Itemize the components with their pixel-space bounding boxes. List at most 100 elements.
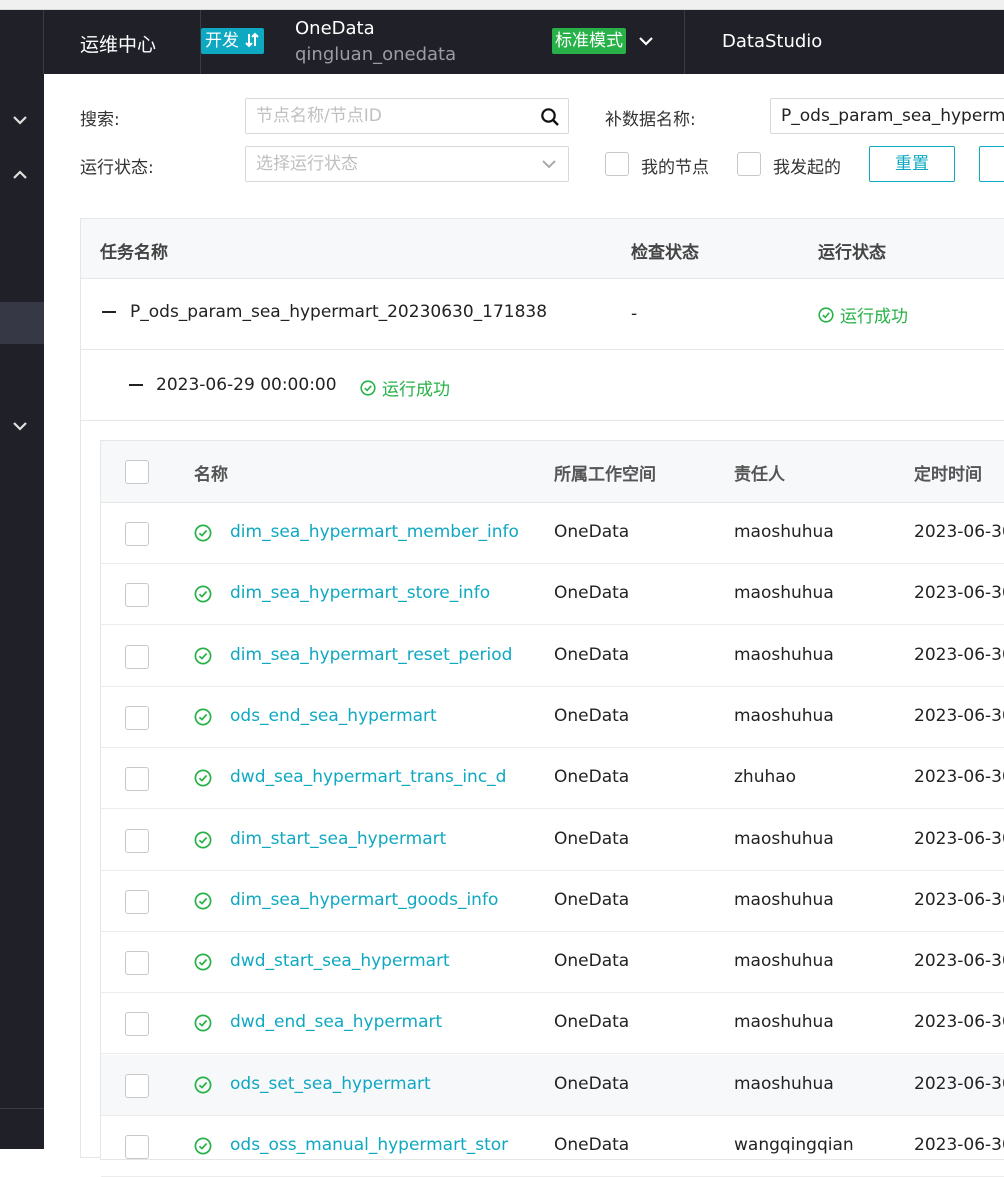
workspace-cell: OneData xyxy=(554,1012,630,1033)
header-name: 名称 xyxy=(194,465,228,485)
task-name-link[interactable]: dwd_end_sea_hypermart xyxy=(230,1012,442,1032)
env-badge[interactable]: 开发 xyxy=(201,28,265,54)
row-checkbox[interactable] xyxy=(125,828,149,853)
schedule-time-cell: 2023-06-30 xyxy=(914,644,1004,665)
workspace-cell: OneData xyxy=(554,828,630,849)
topbar-left-slot xyxy=(0,10,44,74)
row-checkbox[interactable] xyxy=(125,583,149,608)
schedule-time-cell: 2023-06-30 xyxy=(914,1073,1004,1094)
search-placeholder: 节点名称/节点ID xyxy=(256,106,382,126)
check-circle-icon xyxy=(194,647,212,665)
table-row[interactable]: dim_sea_hypermart_store_info OneData maosh… xyxy=(101,564,1004,626)
task-name-link[interactable]: ods_set_sea_hypermart xyxy=(230,1074,431,1094)
check-circle-icon xyxy=(194,892,212,910)
task-name-link[interactable]: ods_end_sea_hypermart xyxy=(230,706,437,726)
owner-cell: maoshuhua xyxy=(734,828,834,849)
project-id: qingluan_onedata xyxy=(295,44,457,65)
schedule-time-cell: 2023-06-30 xyxy=(914,583,1004,604)
task-name-link[interactable]: ods_oss_manual_hypermart_stor xyxy=(230,1135,508,1155)
search-icon[interactable] xyxy=(540,107,560,127)
reset-button[interactable]: 重置 xyxy=(869,146,955,182)
chevron-down-icon[interactable] xyxy=(10,416,30,436)
table-row[interactable]: dim_sea_hypermart_reset_period OneData mao… xyxy=(101,626,1004,687)
schedule-time-cell: 2023-06-30 xyxy=(914,522,1004,542)
date-group-status-text: 运行成功 xyxy=(382,380,450,400)
check-circle-icon xyxy=(194,769,212,787)
sidebar xyxy=(0,74,44,1149)
row-checkbox[interactable] xyxy=(125,1012,149,1037)
chevron-down-icon[interactable] xyxy=(637,32,655,50)
sidebar-item-active[interactable] xyxy=(0,302,44,344)
task-name-link[interactable]: dim_sea_hypermart_goods_info xyxy=(230,890,498,910)
task-name-link[interactable]: dim_start_sea_hypermart xyxy=(230,829,446,849)
search-input[interactable]: 节点名称/节点ID xyxy=(245,98,569,134)
backfill-row[interactable]: P_ods_param_sea_hypermart_20230630_17183… xyxy=(81,280,1004,350)
row-checkbox[interactable] xyxy=(125,1073,149,1098)
task-name-link[interactable]: dim_sea_hypermart_store_info xyxy=(230,583,490,603)
select-all-checkbox[interactable] xyxy=(125,460,149,484)
check-circle-icon xyxy=(194,708,212,726)
backfill-name: P_ods_param_sea_hypermart_20230630_17183… xyxy=(130,302,548,322)
chevron-down-icon xyxy=(542,160,556,169)
table-row[interactable]: dwd_start_sea_hypermart OneData maoshuhua 2… xyxy=(101,932,1004,994)
owner-cell: maoshuhua xyxy=(734,522,834,542)
table-row[interactable]: dim_start_sea_hypermart OneData maoshuhua 2… xyxy=(101,810,1004,871)
task-name-link[interactable]: dwd_start_sea_hypermart xyxy=(230,951,450,971)
row-checkbox[interactable] xyxy=(125,1135,149,1159)
collapse-icon[interactable] xyxy=(129,384,143,386)
my-nodes-label[interactable]: 我的节点 xyxy=(641,153,709,178)
workspace-cell: OneData xyxy=(554,767,630,788)
initiated-by-me-label[interactable]: 我发起的 xyxy=(773,153,841,178)
header-task-name: 任务名称 xyxy=(100,243,168,263)
run-status-success: 运行成功 xyxy=(818,302,908,327)
table-row[interactable]: ods_set_sea_hypermart OneData maoshuhua 202… xyxy=(101,1054,1004,1116)
my-nodes-checkbox[interactable] xyxy=(605,152,629,176)
workspace-cell: OneData xyxy=(554,583,630,604)
owner-cell: maoshuhua xyxy=(734,889,834,910)
row-checkbox[interactable] xyxy=(125,705,149,730)
workspace-cell: OneData xyxy=(554,705,630,726)
run-status-select[interactable]: 选择运行状态 xyxy=(245,146,569,182)
mode-badge[interactable]: 标准模式 xyxy=(552,28,626,54)
workspace-cell: OneData xyxy=(554,889,630,910)
row-checkbox[interactable] xyxy=(125,767,149,792)
date-group-date: 2023-06-29 00:00:00 xyxy=(156,375,337,395)
backfill-name-input[interactable]: P_ods_param_sea_hyperma xyxy=(770,98,1004,134)
schedule-time-cell: 2023-06-30 xyxy=(914,767,1004,788)
header-schedule-time: 定时时间 xyxy=(914,465,982,485)
chevron-down-icon[interactable] xyxy=(10,110,30,130)
header-owner: 责任人 xyxy=(734,465,785,485)
backfill-panel: 任务名称 检查状态 运行状态 P_ods_param_sea_hypermart… xyxy=(80,218,1004,1177)
table-row[interactable]: ods_oss_manual_hypermart_stor OneData wang… xyxy=(101,1116,1004,1177)
initiated-by-me-checkbox[interactable] xyxy=(737,152,761,176)
date-group-row[interactable]: 2023-06-29 00:00:00 运行成功 xyxy=(81,351,1004,421)
window-top-strip xyxy=(0,0,1004,10)
app-title[interactable]: 运维中心 xyxy=(80,30,156,57)
table-row[interactable]: ods_end_sea_hypermart OneData maoshuhua 202… xyxy=(101,687,1004,748)
row-checkbox[interactable] xyxy=(125,644,149,669)
row-checkbox[interactable] xyxy=(125,889,149,914)
collapse-icon[interactable] xyxy=(102,311,116,313)
check-circle-icon xyxy=(194,585,212,603)
datastudio-link[interactable]: DataStudio xyxy=(722,31,822,52)
table-row[interactable]: dwd_end_sea_hypermart OneData maoshuhua 202… xyxy=(101,993,1004,1055)
secondary-button[interactable] xyxy=(979,146,1004,182)
chevron-up-icon[interactable] xyxy=(10,165,30,185)
table-row[interactable]: dim_sea_hypermart_member_info OneData maos… xyxy=(101,503,1004,564)
project-name[interactable]: OneData xyxy=(295,18,375,39)
row-checkbox[interactable] xyxy=(125,951,149,976)
row-checkbox[interactable] xyxy=(125,522,149,546)
task-name-link[interactable]: dim_sea_hypermart_reset_period xyxy=(230,645,512,665)
search-label: 搜索: xyxy=(80,110,120,130)
owner-cell: maoshuhua xyxy=(734,644,834,665)
header-run-status: 运行状态 xyxy=(818,243,886,263)
check-circle-icon xyxy=(194,831,212,848)
backfill-name-label: 补数据名称: xyxy=(605,110,696,130)
owner-cell: maoshuhua xyxy=(734,583,834,604)
panel-header: 任务名称 检查状态 运行状态 xyxy=(81,219,1004,279)
table-row[interactable]: dim_sea_hypermart_goods_info OneData maosh… xyxy=(101,871,1004,932)
table-row[interactable]: dwd_sea_hypermart_trans_inc_d OneData zhuh… xyxy=(101,748,1004,810)
check-circle-icon xyxy=(818,306,834,323)
task-name-link[interactable]: dwd_sea_hypermart_trans_inc_d xyxy=(230,767,506,787)
task-name-link[interactable]: dim_sea_hypermart_member_info xyxy=(230,522,519,542)
